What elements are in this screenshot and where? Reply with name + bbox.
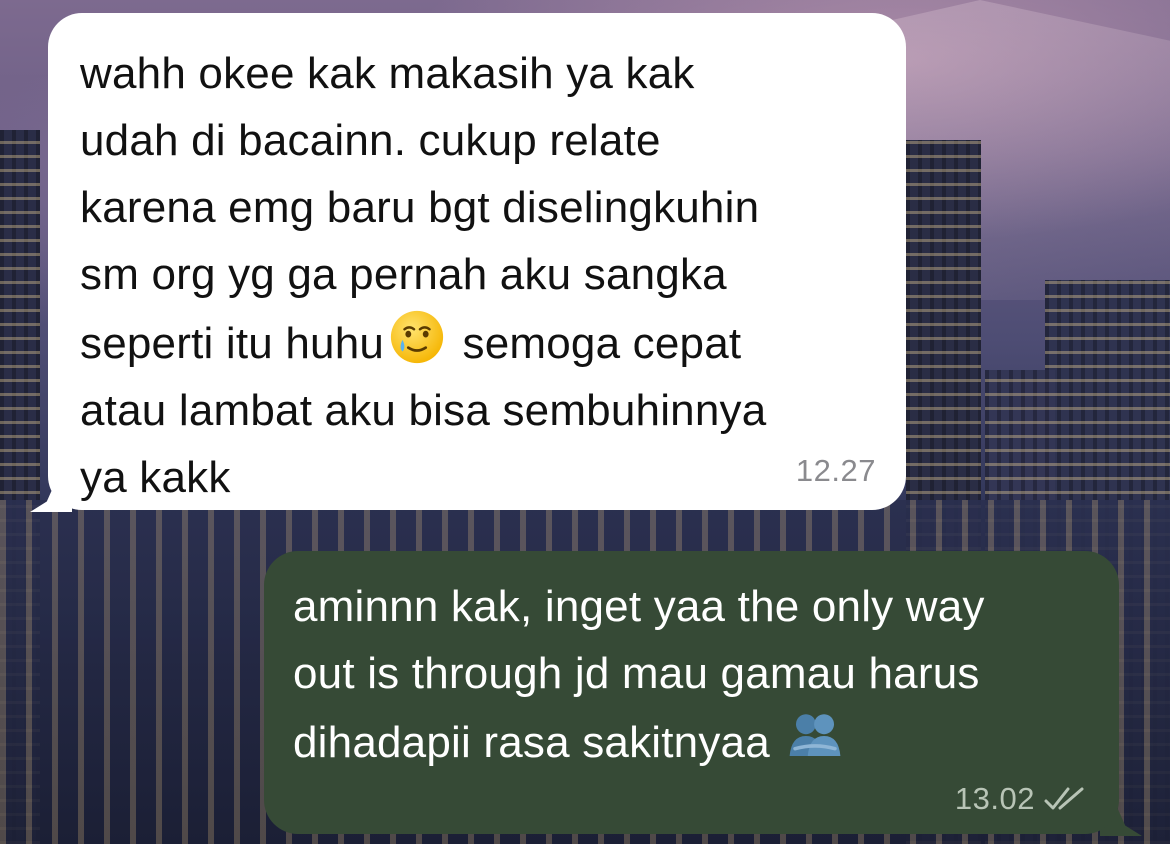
outgoing-message-meta: 13.02 bbox=[955, 782, 1091, 816]
outgoing-message-bubble[interactable]: aminnn kak, inget yaa the only way out i… bbox=[264, 551, 1119, 834]
chat-screen: wahh okee kak makasih ya kak udah di bac… bbox=[0, 0, 1170, 844]
incoming-message-time: 12.27 bbox=[795, 453, 876, 488]
crying-smile-emoji-icon bbox=[390, 310, 444, 364]
outgoing-message-time: 13.02 bbox=[954, 781, 1035, 816]
incoming-message-bubble[interactable]: wahh okee kak makasih ya kak udah di bac… bbox=[48, 13, 906, 510]
incoming-message-text: wahh okee kak makasih ya kak udah di bac… bbox=[80, 49, 767, 502]
people-hugging-emoji-icon bbox=[789, 714, 841, 756]
read-double-check-icon bbox=[1044, 787, 1084, 810]
outgoing-message-text: aminnn kak, inget yaa the only way out i… bbox=[293, 582, 985, 767]
